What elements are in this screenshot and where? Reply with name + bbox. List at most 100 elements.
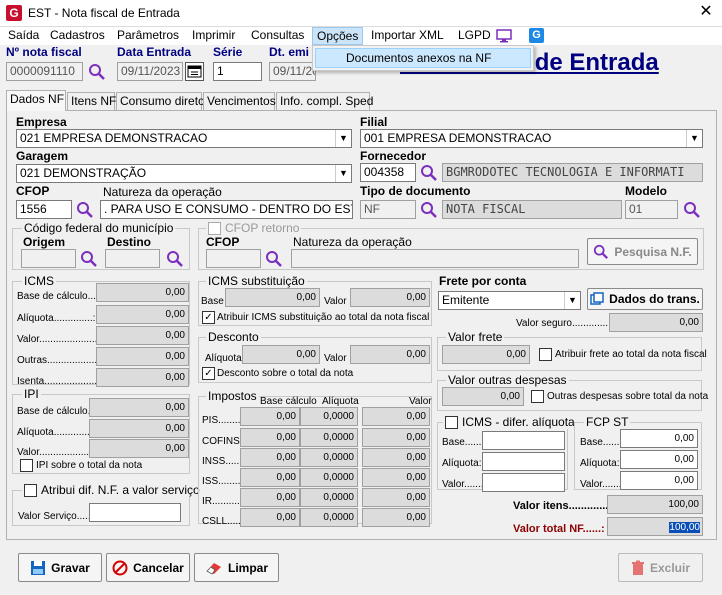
- outras-despesas-input[interactable]: 0,00: [442, 387, 524, 406]
- search-icon[interactable]: [265, 250, 283, 268]
- monitor-icon[interactable]: [496, 29, 512, 46]
- iss-valor-input[interactable]: 0,00: [362, 468, 430, 487]
- desconto-aliquota-input[interactable]: 0,00: [242, 345, 320, 364]
- ipi-base-input[interactable]: 0,00: [89, 398, 189, 417]
- iss-base-input[interactable]: 0,00: [240, 468, 300, 487]
- search-icon[interactable]: [80, 250, 98, 268]
- destino-input[interactable]: [105, 249, 160, 268]
- data-entrada-input[interactable]: 09/11/2023: [117, 62, 183, 81]
- search-icon[interactable]: [88, 63, 106, 81]
- icms-isenta-input[interactable]: 0,00: [96, 368, 189, 387]
- pesquisa-nf-button[interactable]: Pesquisa N.F.: [587, 238, 698, 265]
- garagem-select[interactable]: 021 DEMONSTRAÇÃO ▼: [16, 164, 352, 183]
- modelo-input[interactable]: 01: [625, 200, 678, 219]
- iss-aliquota-input[interactable]: 0,0000: [300, 468, 358, 487]
- cfop-input[interactable]: 1556: [16, 200, 72, 219]
- menu-parametros[interactable]: Parâmetros: [113, 27, 183, 45]
- valor-frete-input[interactable]: 0,00: [442, 345, 530, 364]
- valor-servico-input[interactable]: [89, 503, 181, 522]
- frete-total-checkbox[interactable]: [539, 348, 552, 361]
- cofins-valor-input[interactable]: 0,00: [362, 428, 430, 447]
- icms-valor-input[interactable]: 0,00: [96, 326, 189, 345]
- icms-dif-valor-input[interactable]: [482, 473, 565, 492]
- ipi-valor-input[interactable]: 0,00: [89, 439, 189, 458]
- limpar-button[interactable]: Limpar: [194, 553, 279, 582]
- csll-aliquota-input[interactable]: 0,0000: [300, 508, 358, 527]
- tipo-documento-code-input[interactable]: NF: [360, 200, 416, 219]
- origem-input[interactable]: [21, 249, 76, 268]
- pis-valor-input[interactable]: 0,00: [362, 407, 430, 426]
- icms-outras-input[interactable]: 0,00: [96, 347, 189, 366]
- tab-itens-nf[interactable]: Itens NF: [67, 92, 116, 110]
- excluir-button[interactable]: Excluir: [618, 553, 703, 582]
- icms-st-total-checkbox[interactable]: ✓: [202, 311, 215, 324]
- tab-dados-nf[interactable]: Dados NF: [6, 90, 66, 111]
- cfop-retorno-checkbox[interactable]: [208, 221, 221, 235]
- data-entrada-label: Data Entrada: [117, 45, 192, 59]
- inss-aliquota-input[interactable]: 0,0000: [300, 448, 358, 467]
- ir-valor-input[interactable]: 0,00: [362, 488, 430, 507]
- inss-valor-input[interactable]: 0,00: [362, 448, 430, 467]
- valor-total-value: 100,00: [669, 522, 700, 533]
- dt-emissao-input[interactable]: 09/11/2023: [269, 62, 316, 81]
- tab-info-compl-sped[interactable]: Info. compl. Sped: [276, 92, 373, 110]
- search-icon[interactable]: [683, 201, 701, 219]
- serie-input[interactable]: 1: [213, 62, 262, 81]
- csll-base-input[interactable]: 0,00: [240, 508, 300, 527]
- ipi-aliquota-input[interactable]: 0,00: [89, 419, 189, 438]
- search-icon[interactable]: [76, 201, 94, 219]
- g-app-icon[interactable]: G: [529, 28, 544, 43]
- fcp-aliquota-input[interactable]: 0,00: [620, 450, 698, 469]
- cfop-retorno-natureza-input[interactable]: [291, 249, 579, 268]
- inss-base-input[interactable]: 0,00: [240, 448, 300, 467]
- calendar-icon[interactable]: [185, 62, 204, 81]
- frete-select[interactable]: Emitente ▼: [438, 291, 581, 310]
- pis-aliquota-input[interactable]: 0,0000: [300, 407, 358, 426]
- menu-imprimir[interactable]: Imprimir: [188, 27, 239, 45]
- menu-cadastros[interactable]: Cadastros: [46, 27, 109, 45]
- menu-lgpd[interactable]: LGPD: [454, 27, 495, 45]
- fcp-valor-input[interactable]: 0,00: [620, 471, 698, 490]
- gravar-button[interactable]: Gravar: [18, 553, 102, 582]
- icms-st-base-input[interactable]: 0,00: [225, 288, 320, 307]
- natureza-input[interactable]: . PARA USO E CONSUMO - DENTRO DO ESTADO: [100, 200, 353, 219]
- valor-seguro-input[interactable]: 0,00: [609, 313, 703, 332]
- tab-consumo-direto[interactable]: Consumo direto: [116, 92, 205, 110]
- filial-select[interactable]: 001 EMPRESA DEMONSTRACAO ▼: [360, 129, 703, 148]
- menu-opcoes[interactable]: Opções: [312, 27, 364, 45]
- cancelar-button[interactable]: Cancelar: [106, 553, 190, 582]
- cofins-base-input[interactable]: 0,00: [240, 428, 300, 447]
- search-icon[interactable]: [420, 164, 438, 182]
- menu-consultas[interactable]: Consultas: [247, 27, 308, 45]
- dados-trans-button[interactable]: Dados do trans.: [587, 288, 703, 310]
- menu-importar-xml[interactable]: Importar XML: [367, 27, 448, 45]
- menu-documentos-anexos[interactable]: Documentos anexos na NF: [315, 48, 531, 68]
- fcp-base-input[interactable]: 0,00: [620, 429, 698, 448]
- menu-saida[interactable]: Saída: [4, 27, 43, 45]
- icms-dif-aliquota-input[interactable]: [482, 452, 565, 471]
- fornecedor-code-input[interactable]: 004358: [360, 163, 416, 182]
- cfop-retorno-input[interactable]: [206, 249, 261, 268]
- desconto-total-checkbox[interactable]: ✓: [202, 367, 215, 380]
- nota-fiscal-input[interactable]: 0000091110: [6, 62, 83, 81]
- ir-aliquota-input[interactable]: 0,0000: [300, 488, 358, 507]
- tab-vencimentos[interactable]: Vencimentos: [203, 92, 276, 110]
- ir-base-input[interactable]: 0,00: [240, 488, 300, 507]
- close-window-button[interactable]: ✕: [696, 2, 716, 22]
- search-icon[interactable]: [166, 250, 184, 268]
- ipi-total-checkbox[interactable]: [20, 459, 33, 472]
- icms-base-input[interactable]: 0,00: [96, 283, 189, 302]
- icms-aliquota-input[interactable]: 0,00: [96, 305, 189, 324]
- pis-base-input[interactable]: 0,00: [240, 407, 300, 426]
- icms-st-valor-input[interactable]: 0,00: [350, 288, 430, 307]
- icms-dif-base-input[interactable]: [482, 431, 565, 450]
- search-icon[interactable]: [420, 201, 438, 219]
- outras-despesas-checkbox[interactable]: [531, 390, 544, 403]
- desconto-valor-input[interactable]: 0,00: [350, 345, 430, 364]
- empresa-select[interactable]: 021 EMPRESA DEMONSTRACAO ▼: [16, 129, 352, 148]
- icms-dif-checkbox[interactable]: [445, 415, 458, 429]
- icms-st-base-label: Base: [201, 296, 224, 307]
- atribui-dif-checkbox[interactable]: [24, 483, 37, 497]
- cofins-aliquota-input[interactable]: 0,0000: [300, 428, 358, 447]
- csll-valor-input[interactable]: 0,00: [362, 508, 430, 527]
